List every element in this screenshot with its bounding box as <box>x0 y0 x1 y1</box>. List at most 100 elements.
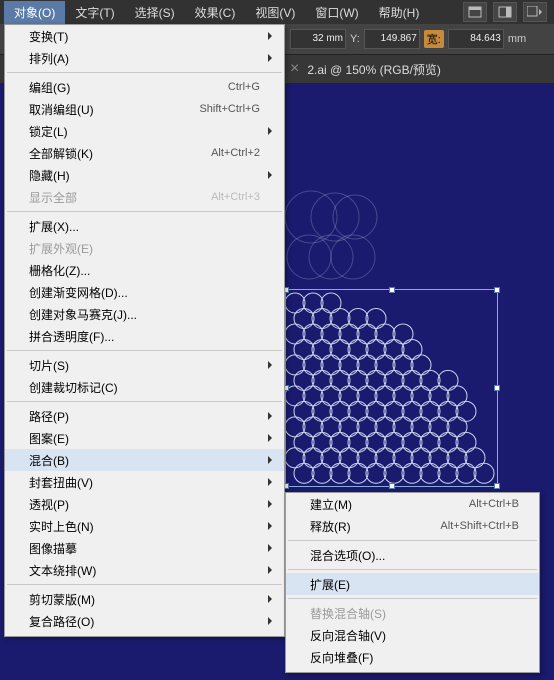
label-width: 宽: <box>424 30 444 48</box>
menu-item-label: 排列(A) <box>29 50 260 67</box>
menu-item-label: 透视(P) <box>29 496 260 513</box>
menu-separator <box>7 584 282 585</box>
menu-item-label: 剪切蒙版(M) <box>29 591 260 608</box>
object-menu-item[interactable]: 创建对象马赛克(J)... <box>5 303 284 325</box>
menu-view[interactable]: 视图(V) <box>245 1 305 24</box>
object-menu-item[interactable]: 文本绕排(W) <box>5 559 284 581</box>
handle-br[interactable] <box>494 483 500 489</box>
blend-submenu-item[interactable]: 释放(R)Alt+Shift+Ctrl+B <box>286 515 539 537</box>
object-menu-item: 显示全部Alt+Ctrl+3 <box>5 186 284 208</box>
menu-item-label: 扩展外观(E) <box>29 240 260 257</box>
toolbar-btn-3[interactable] <box>523 2 547 22</box>
menu-effect[interactable]: 效果(C) <box>185 1 246 24</box>
menu-item-label: 创建对象马赛克(J)... <box>29 306 260 323</box>
menu-item-label: 隐藏(H) <box>29 167 260 184</box>
object-menu-item[interactable]: 变换(T) <box>5 25 284 47</box>
object-menu-item[interactable]: 透视(P) <box>5 493 284 515</box>
object-menu-item[interactable]: 取消编组(U)Shift+Ctrl+G <box>5 98 284 120</box>
blend-submenu-item[interactable]: 建立(M)Alt+Ctrl+B <box>286 493 539 515</box>
menu-item-shortcut: Ctrl+G <box>228 81 260 93</box>
toolbar-btn-1[interactable] <box>463 2 487 22</box>
object-menu-item[interactable]: 剪切蒙版(M) <box>5 588 284 610</box>
handle-tm[interactable] <box>389 287 395 293</box>
menu-item-label: 封套扭曲(V) <box>29 474 260 491</box>
object-menu-item: 扩展外观(E) <box>5 237 284 259</box>
menu-item-label: 替换混合轴(S) <box>310 605 519 622</box>
menu-item-label: 创建渐变网格(D)... <box>29 284 260 301</box>
object-menu-item[interactable]: 路径(P) <box>5 405 284 427</box>
object-menu-item[interactable]: 创建渐变网格(D)... <box>5 281 284 303</box>
object-menu-item[interactable]: 创建裁切标记(C) <box>5 376 284 398</box>
menu-bar: 对象(O) 文字(T) 选择(S) 效果(C) 视图(V) 窗口(W) 帮助(H… <box>0 0 554 24</box>
menu-item-label: 扩展(E) <box>310 576 519 593</box>
label-y: Y: <box>350 33 360 45</box>
menu-item-label: 反向混合轴(V) <box>310 627 519 644</box>
menu-separator <box>7 401 282 402</box>
menu-item-label: 反向堆叠(F) <box>310 649 519 666</box>
blend-submenu-item[interactable]: 反向混合轴(V) <box>286 624 539 646</box>
field-x[interactable]: 32 mm <box>290 29 346 49</box>
handle-bm[interactable] <box>389 483 395 489</box>
menu-item-label: 切片(S) <box>29 357 260 374</box>
object-menu-item[interactable]: 扩展(X)... <box>5 215 284 237</box>
object-menu-item[interactable]: 排列(A) <box>5 47 284 69</box>
menu-item-shortcut: Alt+Ctrl+B <box>469 498 519 510</box>
object-menu-item[interactable]: 拼合透明度(F)... <box>5 325 284 347</box>
menu-item-label: 创建裁切标记(C) <box>29 379 260 396</box>
menu-item-label: 释放(R) <box>310 518 440 535</box>
menu-item-label: 混合(B) <box>29 452 260 469</box>
menu-item-label: 实时上色(N) <box>29 518 260 535</box>
blend-submenu-item[interactable]: 反向堆叠(F) <box>286 646 539 668</box>
document-tab[interactable]: 2.ai @ 150% (RGB/预览) <box>307 61 441 78</box>
menu-separator <box>7 350 282 351</box>
menu-object[interactable]: 对象(O) <box>4 1 65 24</box>
handle-mr[interactable] <box>494 385 500 391</box>
object-menu-item[interactable]: 编组(G)Ctrl+G <box>5 76 284 98</box>
menu-item-shortcut: Alt+Ctrl+2 <box>211 147 260 159</box>
menu-item-shortcut: Alt+Ctrl+3 <box>211 191 260 203</box>
object-menu-dropdown: 变换(T)排列(A)编组(G)Ctrl+G取消编组(U)Shift+Ctrl+G… <box>4 24 285 637</box>
menu-separator <box>288 569 537 570</box>
menu-window[interactable]: 窗口(W) <box>305 1 368 24</box>
object-menu-item[interactable]: 图像描摹 <box>5 537 284 559</box>
menu-item-label: 图案(E) <box>29 430 260 447</box>
object-menu-item[interactable]: 图案(E) <box>5 427 284 449</box>
object-menu-item[interactable]: 复合路径(O) <box>5 610 284 632</box>
menu-item-label: 取消编组(U) <box>29 101 199 118</box>
object-menu-item[interactable]: 栅格化(Z)... <box>5 259 284 281</box>
unit-mm: mm <box>508 33 526 45</box>
object-menu-item[interactable]: 隐藏(H) <box>5 164 284 186</box>
object-menu-item[interactable]: 封套扭曲(V) <box>5 471 284 493</box>
menu-item-label: 图像描摹 <box>29 540 260 557</box>
blend-submenu-item[interactable]: 扩展(E) <box>286 573 539 595</box>
object-menu-item[interactable]: 混合(B) <box>5 449 284 471</box>
menu-help[interactable]: 帮助(H) <box>369 1 430 24</box>
tab-close-icon[interactable]: × <box>290 60 299 78</box>
menu-select[interactable]: 选择(S) <box>125 1 185 24</box>
menu-item-label: 复合路径(O) <box>29 613 260 630</box>
menu-separator <box>288 540 537 541</box>
menu-item-label: 全部解锁(K) <box>29 145 211 162</box>
handle-tr[interactable] <box>494 287 500 293</box>
menu-item-label: 栅格化(Z)... <box>29 262 260 279</box>
object-menu-item[interactable]: 锁定(L) <box>5 120 284 142</box>
object-menu-item[interactable]: 实时上色(N) <box>5 515 284 537</box>
menu-item-shortcut: Alt+Shift+Ctrl+B <box>440 520 519 532</box>
selection-box[interactable] <box>285 289 498 487</box>
menu-separator <box>7 72 282 73</box>
field-y[interactable]: 149.867 <box>364 29 420 49</box>
menu-item-label: 显示全部 <box>29 189 211 206</box>
menu-separator <box>288 598 537 599</box>
field-width[interactable]: 84.643 <box>448 29 504 49</box>
blend-submenu-item[interactable]: 混合选项(O)... <box>286 544 539 566</box>
object-menu-item[interactable]: 全部解锁(K)Alt+Ctrl+2 <box>5 142 284 164</box>
menu-item-label: 拼合透明度(F)... <box>29 328 260 345</box>
toolbar-btn-2[interactable] <box>493 2 517 22</box>
menu-item-shortcut: Shift+Ctrl+G <box>199 103 260 115</box>
menu-item-label: 扩展(X)... <box>29 218 260 235</box>
object-menu-item[interactable]: 切片(S) <box>5 354 284 376</box>
blend-submenu: 建立(M)Alt+Ctrl+B释放(R)Alt+Shift+Ctrl+B混合选项… <box>285 492 540 673</box>
menu-item-label: 文本绕排(W) <box>29 562 260 579</box>
menu-separator <box>7 211 282 212</box>
menu-text[interactable]: 文字(T) <box>65 1 124 24</box>
